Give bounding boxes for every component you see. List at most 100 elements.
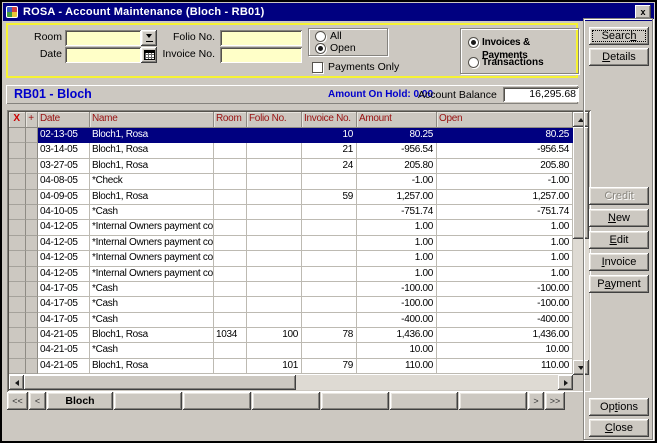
tab-empty[interactable] [321, 392, 389, 410]
cell-plus [26, 359, 38, 374]
cell-room [214, 313, 247, 328]
cell-invoice: 59 [302, 190, 357, 205]
payments-only-label: Payments Only [328, 61, 399, 74]
cell-amount: 1.00 [357, 220, 437, 235]
cell-open: 1.00 [437, 236, 573, 251]
invoice-button[interactable]: Invoice [589, 253, 649, 271]
radio-all[interactable] [315, 31, 326, 42]
cell-name: Bloch1, Rosa [90, 128, 214, 143]
previous-account-button[interactable]: < [29, 392, 46, 410]
cell-name: Bloch1, Rosa [90, 190, 214, 205]
folio-no-input[interactable] [220, 30, 302, 46]
table-row[interactable]: 03-14-05Bloch1, Rosa21-956.54-956.54 [9, 143, 573, 158]
cell-folio: 100 [247, 328, 302, 343]
column-header-open[interactable]: Open [437, 112, 573, 128]
cell-name: *Cash [90, 205, 214, 220]
cell-date: 04-12-05 [38, 267, 90, 282]
column-header-amount[interactable]: Amount [357, 112, 437, 128]
cell-room [214, 159, 247, 174]
radio-transactions-label: Transactions [482, 56, 544, 69]
options-button[interactable]: Options [589, 398, 649, 416]
column-header-room[interactable]: Room [214, 112, 247, 128]
cell-flag [9, 190, 26, 205]
horizontal-scrollbar[interactable] [9, 375, 573, 390]
account-tabs: Bloch [47, 392, 527, 410]
cell-date: 04-12-05 [38, 236, 90, 251]
table-row[interactable]: 04-17-05*Cash-100.00-100.00 [9, 297, 573, 312]
table-row[interactable]: 04-08-05*Check-1.00-1.00 [9, 174, 573, 189]
close-button[interactable]: Close [589, 419, 649, 437]
table-row[interactable]: 02-13-05Bloch1, Rosa1080.2580.25 [9, 128, 573, 143]
table-row[interactable]: 04-12-05*Internal Owners payment code1.0… [9, 220, 573, 235]
cell-open: 80.25 [437, 128, 573, 143]
column-header-date[interactable]: Date [38, 112, 90, 128]
column-header-flag[interactable]: X [9, 112, 26, 128]
cell-flag [9, 328, 26, 343]
tab-empty[interactable] [183, 392, 251, 410]
table-row[interactable]: 04-17-05*Cash-100.00-100.00 [9, 282, 573, 297]
tab-empty[interactable] [252, 392, 320, 410]
cell-date: 03-27-05 [38, 159, 90, 174]
cell-flag [9, 359, 26, 374]
cell-date: 04-21-05 [38, 343, 90, 358]
room-input[interactable] [65, 30, 141, 46]
column-header-plus[interactable]: + [26, 112, 38, 128]
cell-room [214, 251, 247, 266]
invoice-no-input[interactable] [220, 47, 302, 63]
radio-open[interactable] [315, 43, 326, 54]
cell-amount: 1,257.00 [357, 190, 437, 205]
cell-name: *Internal Owners payment code [90, 251, 214, 266]
last-account-button[interactable]: >> [545, 392, 565, 410]
table-row[interactable]: 04-10-05*Cash-751.74-751.74 [9, 205, 573, 220]
cell-invoice: 24 [302, 159, 357, 174]
edit-button[interactable]: Edit [589, 231, 649, 249]
new-button[interactable]: New [589, 209, 649, 227]
details-button[interactable]: Details [589, 48, 649, 66]
scroll-right-button[interactable] [558, 375, 573, 390]
tab-empty[interactable] [459, 392, 527, 410]
cell-invoice [302, 174, 357, 189]
radio-invoices-payments[interactable] [468, 37, 479, 48]
column-header-name[interactable]: Name [90, 112, 214, 128]
cell-flag [9, 251, 26, 266]
window-close-icon[interactable]: x [635, 5, 651, 19]
horizontal-scroll-thumb[interactable] [24, 375, 296, 390]
table-row[interactable]: 04-12-05*Internal Owners payment code1.0… [9, 236, 573, 251]
cell-date: 04-21-05 [38, 328, 90, 343]
table-row[interactable]: 04-21-05*Cash10.0010.00 [9, 343, 573, 358]
table-row[interactable]: 04-21-05Bloch1, Rosa10179110.00110.00 [9, 359, 573, 374]
cell-date: 04-17-05 [38, 282, 90, 297]
tab-bloch[interactable]: Bloch [47, 392, 113, 410]
arrow-left-icon [12, 380, 19, 386]
cell-amount: 1.00 [357, 251, 437, 266]
next-account-button[interactable]: > [528, 392, 544, 410]
cell-name: *Check [90, 174, 214, 189]
column-header-folio[interactable]: Folio No. [247, 112, 302, 128]
table-row[interactable]: 04-12-05*Internal Owners payment code1.0… [9, 267, 573, 282]
cell-flag [9, 343, 26, 358]
radio-transactions[interactable] [468, 57, 479, 68]
column-header-invoice[interactable]: Invoice No. [302, 112, 357, 128]
cell-flag [9, 220, 26, 235]
table-row[interactable]: 04-12-05*Internal Owners payment code1.0… [9, 251, 573, 266]
table-row[interactable]: 04-09-05Bloch1, Rosa591,257.001,257.00 [9, 190, 573, 205]
titlebar[interactable]: ROSA - Account Maintenance (Bloch - RB01… [3, 3, 654, 21]
cell-plus [26, 159, 38, 174]
tab-empty[interactable] [390, 392, 458, 410]
cell-invoice: 78 [302, 328, 357, 343]
date-input[interactable] [65, 47, 141, 63]
table-row[interactable]: 03-27-05Bloch1, Rosa24205.80205.80 [9, 159, 573, 174]
search-button[interactable]: Search [589, 27, 649, 45]
cell-name: Bloch1, Rosa [90, 359, 214, 374]
first-account-button[interactable]: << [7, 392, 28, 410]
payments-only-checkbox[interactable] [312, 62, 323, 73]
cell-room [214, 128, 247, 143]
scroll-left-button[interactable] [9, 375, 24, 390]
grid-header-row: X+DateNameRoomFolio No.Invoice No.Amount… [9, 112, 573, 128]
payment-button[interactable]: Payment [589, 275, 649, 293]
table-row[interactable]: 04-21-05Bloch1, Rosa1034100781,436.001,4… [9, 328, 573, 343]
tab-empty[interactable] [114, 392, 182, 410]
cell-invoice [302, 343, 357, 358]
cell-folio [247, 267, 302, 282]
table-row[interactable]: 04-17-05*Cash-400.00-400.00 [9, 313, 573, 328]
